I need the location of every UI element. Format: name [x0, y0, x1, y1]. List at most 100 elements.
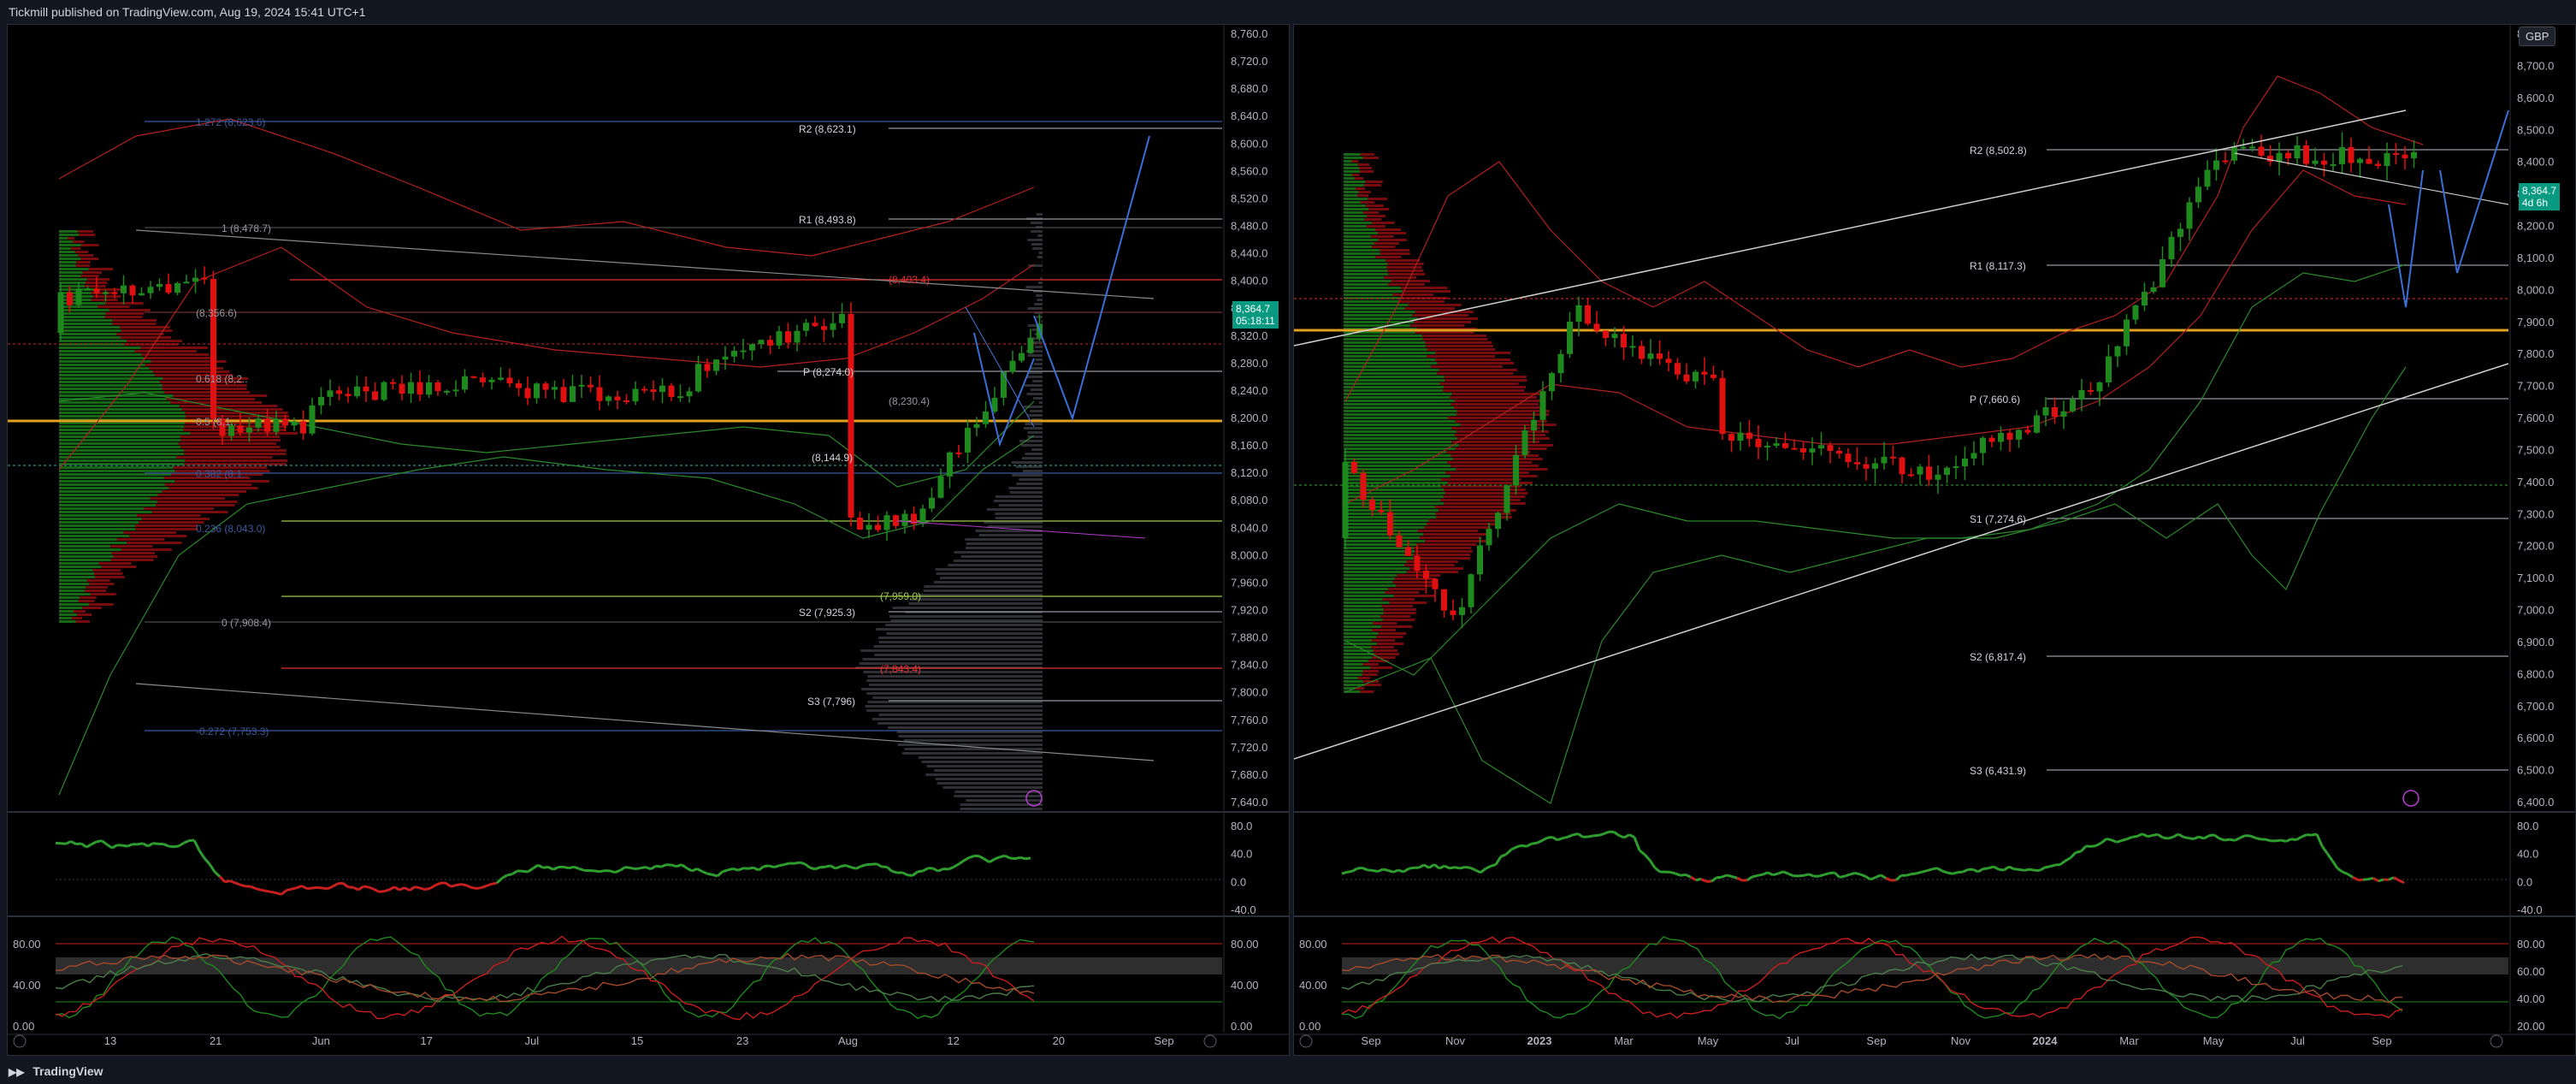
momentum-line	[2101, 838, 2106, 843]
volume-profile-bar	[1344, 198, 1368, 200]
volume-profile-bar	[902, 752, 1043, 755]
candle-body	[848, 314, 854, 518]
volume-profile-bar	[59, 412, 185, 414]
volume-profile-bar	[59, 583, 89, 585]
volume-profile-bar	[1435, 358, 1510, 361]
momentum-line	[2076, 851, 2081, 852]
volume-profile-bar	[1344, 663, 1362, 666]
volume-profile-bar	[1344, 410, 1456, 412]
momentum-line	[1778, 872, 1783, 874]
momentum-line	[2091, 845, 2096, 846]
candle-body	[1612, 334, 1618, 338]
candle-body	[713, 359, 719, 370]
brand-name[interactable]: TradingView	[32, 1064, 103, 1078]
trend-line	[1294, 364, 2508, 759]
momentum-line	[2373, 878, 2378, 880]
volume-profile-bar	[1448, 417, 1533, 419]
momentum-line	[979, 856, 984, 859]
volume-profile-bar	[89, 583, 114, 585]
volume-profile-bar	[59, 357, 144, 359]
momentum-line	[1788, 874, 1793, 876]
volume-profile-bar	[960, 808, 1043, 810]
momentum-line	[389, 887, 394, 890]
volume-profile-bar	[925, 773, 1043, 776]
volume-profile-bar	[168, 487, 258, 489]
volume-profile-bar	[1439, 369, 1517, 371]
volume-profile-bar	[59, 292, 92, 294]
momentum-line	[2173, 834, 2178, 837]
volume-profile-bar	[59, 569, 93, 572]
momentum-line	[1352, 868, 1357, 871]
candle-body	[2124, 320, 2130, 347]
candle-body	[1890, 457, 1896, 459]
momentum-line	[574, 867, 579, 868]
volume-profile-bar	[59, 268, 89, 270]
volume-profile-bar	[1344, 386, 1444, 388]
momentum-line	[1629, 835, 1634, 838]
candle-body	[1441, 589, 1447, 611]
volume-profile-bar	[127, 340, 182, 342]
right-chart-panel[interactable]: 8,800.08,700.08,600.08,500.08,400.08,300…	[1293, 24, 2576, 1056]
volume-profile-bar	[75, 251, 88, 253]
momentum-line	[646, 868, 651, 869]
volume-profile-bar	[176, 456, 272, 459]
volume-profile-bar	[59, 600, 79, 602]
volume-profile-bar	[1344, 246, 1372, 248]
momentum-line	[482, 886, 487, 887]
stoch-line	[1342, 937, 2402, 1019]
volume-profile-bar	[885, 624, 1043, 626]
candle-body	[507, 377, 513, 383]
volume-profile-bar	[1037, 234, 1043, 237]
candle-body	[2223, 160, 2229, 162]
candle-body	[336, 390, 342, 394]
candle-body	[2402, 155, 2408, 158]
volume-profile-bar	[59, 552, 112, 554]
price-axis-label: 7,600.0	[2517, 412, 2554, 424]
candle-body	[1657, 353, 1663, 358]
auto-scale-icon	[2490, 1035, 2502, 1047]
volume-profile-bar	[1445, 376, 1527, 378]
volume-profile-bar	[73, 240, 84, 243]
volume-profile-bar	[1344, 530, 1418, 532]
left-chart-canvas[interactable]: 8,760.08,720.08,680.08,640.08,600.08,560…	[8, 25, 1289, 1055]
candle-body	[651, 389, 657, 392]
price-axis-label: 6,600.0	[2517, 732, 2554, 744]
volume-profile-bar	[1380, 249, 1409, 252]
momentum-line	[1978, 868, 1983, 872]
momentum-line	[564, 867, 569, 868]
time-axis-label: Jul	[524, 1034, 539, 1047]
momentum-line	[1439, 866, 1445, 868]
volume-profile-bar	[1420, 536, 1482, 539]
volume-profile-bar	[1364, 218, 1381, 221]
volume-profile-bar	[1371, 235, 1393, 238]
volume-profile-bar	[1358, 677, 1370, 679]
volume-profile-bar	[1372, 656, 1395, 659]
volume-profile-bar	[1344, 170, 1360, 173]
left-chart-panel[interactable]: 8,760.08,720.08,680.08,640.08,600.08,560…	[7, 24, 1290, 1056]
momentum-line	[256, 889, 261, 891]
candle-body	[2205, 170, 2211, 187]
currency-label[interactable]: GBP	[2519, 27, 2555, 46]
volume-profile-bar	[1361, 201, 1374, 204]
momentum-line	[512, 871, 517, 874]
candle-body	[1369, 500, 1375, 510]
volume-profile-bar	[1344, 167, 1359, 169]
volume-profile-bar	[1344, 434, 1455, 436]
momentum-line	[292, 888, 297, 890]
left-last-price-badge: 8,364.7 05:18:11	[1232, 301, 1279, 329]
right-chart-canvas[interactable]: 8,800.08,700.08,600.08,500.08,400.08,300…	[1294, 25, 2575, 1055]
momentum-line	[841, 865, 846, 866]
volume-profile-bar	[1344, 341, 1425, 344]
candle-body	[1019, 353, 1025, 361]
volume-profile-bar	[112, 552, 155, 554]
volume-profile-bar	[1383, 619, 1415, 621]
momentum-line	[2301, 835, 2307, 838]
momentum-line	[1655, 868, 1660, 872]
momentum-line	[322, 888, 328, 889]
volume-profile-bar	[1363, 211, 1380, 214]
momentum-line	[2132, 836, 2137, 837]
volume-profile-bar	[59, 251, 75, 253]
candle-body	[1504, 485, 1510, 512]
price-axis-label: 7,100.0	[2517, 572, 2554, 584]
volume-profile-bar	[1344, 437, 1456, 440]
